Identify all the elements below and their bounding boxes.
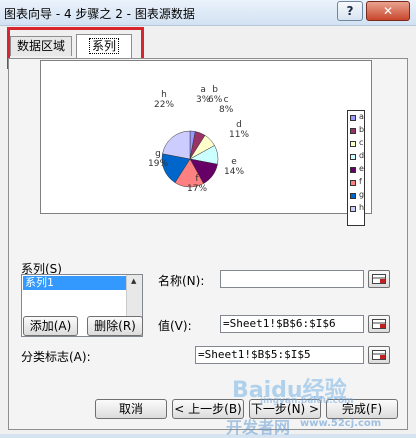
scroll-up-icon[interactable]: ▲ — [131, 277, 136, 285]
legend-swatch — [350, 128, 356, 134]
legend-item-e: e — [350, 164, 364, 176]
pie-label-d: d 11% — [229, 120, 250, 140]
values-input[interactable]: =Sheet1!$B$6:$I$6 — [220, 315, 364, 333]
pie-label-f: f 17% — [187, 174, 208, 194]
legend-label: f — [359, 177, 362, 186]
pie-label-g: g 19% — [148, 149, 169, 169]
watermark-text-4: www.52cj.com — [300, 418, 382, 429]
add-series-button[interactable]: 添加(A) — [23, 316, 78, 336]
legend-label: a — [359, 112, 364, 121]
legend-item-h: h — [350, 203, 365, 215]
legend-swatch — [350, 193, 356, 199]
legend-label: g — [359, 190, 365, 199]
legend-label: c — [359, 138, 364, 147]
legend-swatch — [350, 206, 356, 212]
cancel-button[interactable]: 取消 — [95, 399, 167, 419]
window-title: 图表向导 - 4 步骤之 2 - 图表源数据 — [4, 7, 195, 21]
legend-label: d — [359, 151, 365, 160]
close-button[interactable]: ✕ — [366, 1, 410, 21]
range-select-icon — [372, 319, 386, 329]
name-label: 名称(N): — [158, 274, 205, 288]
name-input[interactable] — [220, 270, 364, 288]
pie-label-h: h 22% — [154, 90, 175, 110]
values-label: 值(V): — [158, 319, 192, 333]
watermark-text-2: jingyan.baidu.com — [260, 396, 354, 406]
watermark-text-3: 开发者网 — [226, 418, 291, 437]
range-select-icon — [372, 350, 386, 360]
legend-item-a: a — [350, 112, 364, 124]
legend-swatch — [350, 141, 356, 147]
legend-item-g: g — [350, 190, 365, 202]
dialog-body: 数据区域 系列 a 3% b 6% c 8% d 11% e 14% f 17% g 19% … — [0, 26, 416, 437]
legend-swatch — [350, 154, 356, 160]
legend-label: h — [359, 203, 365, 212]
title-bar: 图表向导 - 4 步骤之 2 - 图表源数据 ? ✕ — [0, 0, 416, 26]
legend-label: e — [359, 164, 364, 173]
category-ref-button[interactable] — [368, 346, 390, 364]
legend-swatch — [350, 167, 356, 173]
category-label: 分类标志(A): — [21, 350, 91, 364]
legend-item-f: f — [350, 177, 364, 189]
legend-swatch — [350, 115, 356, 121]
range-select-icon — [372, 274, 386, 284]
legend-label: b — [359, 125, 365, 134]
pie-label-c: c 8% — [219, 95, 234, 115]
chart-legend: abcdefgh — [347, 110, 365, 226]
series-item-1[interactable]: 系列1 — [23, 276, 126, 290]
pie-label-e: e 14% — [224, 157, 245, 177]
values-ref-button[interactable] — [368, 315, 390, 333]
category-input[interactable]: =Sheet1!$B$5:$I$5 — [195, 346, 364, 364]
name-ref-button[interactable] — [368, 270, 390, 288]
legend-item-d: d — [350, 151, 365, 163]
legend-swatch — [350, 180, 356, 186]
delete-series-button[interactable]: 删除(R) — [87, 316, 143, 336]
help-button[interactable]: ? — [337, 1, 363, 21]
legend-item-c: c — [350, 138, 364, 150]
legend-item-b: b — [350, 125, 365, 137]
